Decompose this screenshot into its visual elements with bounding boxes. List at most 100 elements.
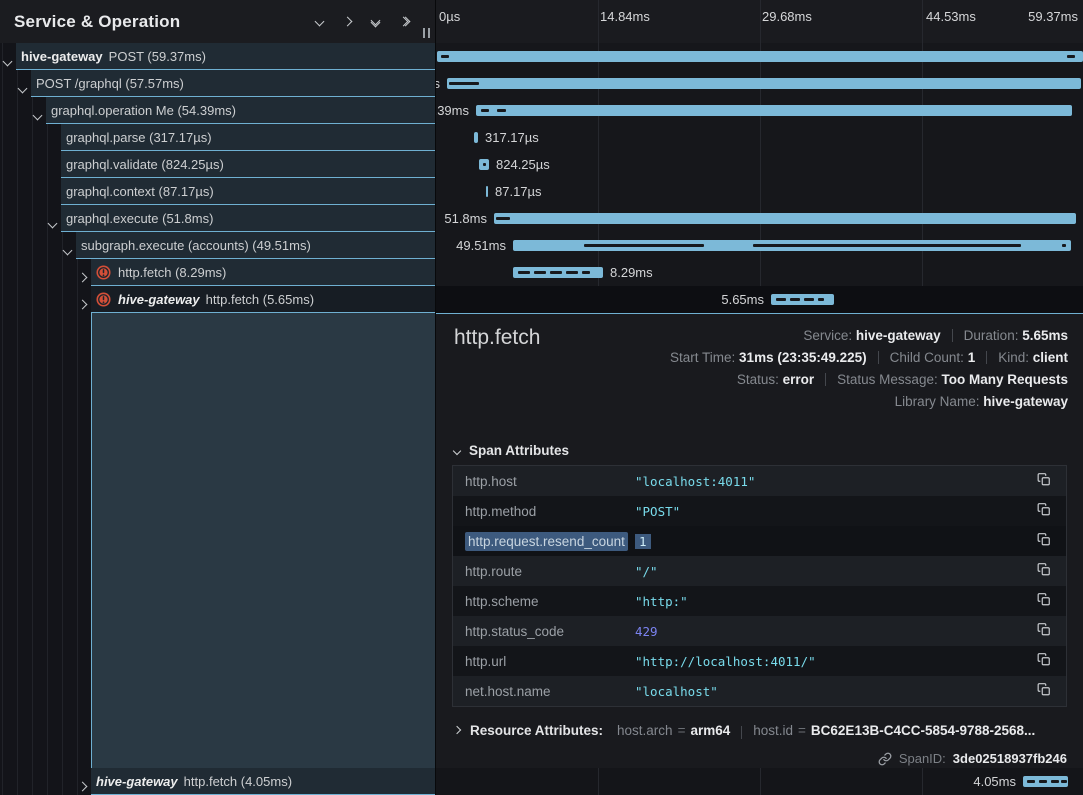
copy-button[interactable] — [1022, 652, 1066, 670]
span-bar[interactable] — [476, 105, 1072, 116]
span-name: http.fetch (5.65ms) — [206, 292, 314, 307]
copy-button[interactable] — [1022, 592, 1066, 610]
span-bar[interactable] — [1023, 776, 1068, 787]
meta-label: Kind: — [998, 350, 1033, 365]
axis-tick-label: 44.53ms — [926, 9, 976, 24]
meta-value: hive-gateway — [856, 328, 941, 343]
attribute-row[interactable]: http.route"/" — [453, 556, 1066, 586]
duration-label: 4.05ms — [973, 768, 1016, 795]
span-node[interactable]: graphql.execute (51.8ms) — [61, 205, 435, 232]
chevron-down-icon[interactable] — [19, 79, 31, 97]
span-node[interactable]: subgraph.execute (accounts) (49.51ms) — [76, 232, 435, 259]
chevron-down-icon[interactable] — [34, 106, 46, 124]
meta-divider — [878, 351, 879, 364]
span-node[interactable]: http.fetch (8.29ms) — [91, 259, 435, 286]
copy-button[interactable] — [1022, 622, 1066, 640]
span-meta-line: Status: errorStatus Message: Too Many Re… — [670, 369, 1068, 391]
span-bar[interactable] — [437, 51, 1083, 62]
span-node[interactable]: POST /graphql (57.57ms) — [31, 70, 435, 97]
span-bar[interactable] — [486, 186, 488, 197]
chevron-right-icon[interactable] — [79, 268, 91, 286]
span-bar[interactable] — [494, 213, 1076, 224]
collapse-all-button[interactable] — [372, 17, 379, 26]
span-node[interactable]: graphql.context (87.17µs) — [61, 178, 435, 205]
resource-value: arm64 — [690, 723, 730, 738]
attribute-row[interactable]: http.host"localhost:4011" — [453, 466, 1066, 496]
span-name: http.fetch (8.29ms) — [118, 265, 226, 280]
span-bar[interactable] — [771, 294, 834, 305]
span-name: POST (59.37ms) — [109, 49, 206, 64]
span-name: POST /graphql (57.57ms) — [36, 76, 184, 91]
duration-label: 57.57ms — [436, 70, 440, 97]
span-node[interactable]: hive-gatewayhttp.fetch (4.05ms) — [91, 768, 435, 795]
meta-value: 1 — [968, 350, 976, 365]
attribute-row[interactable]: http.url"http://localhost:4011/" — [453, 646, 1066, 676]
span-attributes-header[interactable]: Span Attributes — [454, 443, 569, 458]
span-id-row: SpanID: 3de02518937fb246 — [878, 751, 1067, 766]
panel-resize-handle[interactable] — [423, 28, 430, 38]
bar-segment-dash — [1061, 780, 1067, 783]
collapse-node-button[interactable] — [316, 18, 323, 25]
chevron-right-icon[interactable] — [79, 295, 91, 313]
expanded-children-region — [91, 313, 435, 768]
bar-segment-dash — [534, 271, 546, 274]
timeline-row: 8.29ms — [436, 259, 1083, 286]
attribute-key-selection: http.request.resend_count — [465, 532, 628, 551]
span-meta-line: Service: hive-gatewayDuration: 5.65ms — [670, 325, 1068, 347]
copy-button[interactable] — [1022, 472, 1066, 490]
span-node[interactable]: graphql.operation Me (54.39ms) — [46, 97, 435, 124]
chevron-down-icon[interactable] — [49, 214, 61, 232]
link-icon[interactable] — [878, 752, 892, 766]
span-node[interactable]: hive-gatewayPOST (59.37ms) — [16, 43, 435, 70]
tree-row: graphql.parse (317.17µs) — [0, 124, 435, 151]
span-attributes-table: http.host"localhost:4011"http.method"POS… — [452, 465, 1067, 707]
axis-tick-label: 59.37ms — [1028, 9, 1078, 24]
timeline-row: 54.39ms — [436, 97, 1083, 124]
span-bar[interactable] — [447, 78, 1081, 89]
span-tree-panel: hive-gatewayPOST (59.37ms)POST /graphql … — [0, 0, 435, 795]
chevron-right-icon[interactable] — [79, 777, 91, 795]
expand-all-button[interactable] — [400, 18, 409, 25]
meta-value: 31ms (23:35:49.225) — [739, 350, 867, 365]
attribute-row[interactable]: http.status_code429 — [453, 616, 1066, 646]
meta-divider — [952, 329, 953, 342]
copy-button[interactable] — [1022, 682, 1066, 700]
timeline-header: 0µs14.84ms29.68ms44.53ms59.37ms — [436, 0, 1083, 43]
span-title: http.fetch — [454, 326, 540, 350]
tree-row: http.fetch (8.29ms) — [0, 259, 435, 286]
span-bar[interactable] — [513, 267, 603, 278]
bar-segment-dash — [804, 298, 814, 301]
attribute-row[interactable]: http.request.resend_count1 — [453, 526, 1066, 556]
span-bar[interactable] — [479, 159, 489, 170]
span-bar[interactable] — [474, 132, 478, 143]
attribute-value: "localhost:4011" — [635, 474, 1022, 489]
attribute-row[interactable]: http.method"POST" — [453, 496, 1066, 526]
expand-node-button[interactable] — [344, 18, 351, 25]
attribute-value: "http://localhost:4011/" — [635, 654, 1022, 669]
span-bar[interactable] — [513, 240, 1071, 251]
chevron-right-icon[interactable] — [454, 726, 461, 734]
span-node[interactable]: graphql.parse (317.17µs) — [61, 124, 435, 151]
copy-button[interactable] — [1022, 502, 1066, 520]
bar-segment-dash — [753, 244, 1021, 247]
service-name: hive-gateway — [96, 774, 178, 789]
attribute-row[interactable]: http.scheme"http:" — [453, 586, 1066, 616]
span-node[interactable]: hive-gatewayhttp.fetch (5.65ms) — [91, 286, 435, 313]
bar-segment-dash — [1027, 780, 1035, 783]
copy-button[interactable] — [1022, 562, 1066, 580]
meta-value: hive-gateway — [983, 394, 1068, 409]
bar-segment-dash — [818, 298, 824, 301]
attribute-row[interactable]: net.host.name"localhost" — [453, 676, 1066, 706]
timeline-row: 824.25µs — [436, 151, 1083, 178]
tree-row: graphql.execute (51.8ms) — [0, 205, 435, 232]
copy-button[interactable] — [1022, 532, 1066, 550]
copy-icon — [1037, 562, 1051, 580]
span-attributes-title: Span Attributes — [469, 443, 569, 458]
resource-attributes-toggle[interactable]: Resource Attributes:host.arch=arm64host.… — [454, 717, 1067, 743]
span-node[interactable]: graphql.validate (824.25µs) — [61, 151, 435, 178]
resource-key: host.arch — [617, 723, 673, 738]
chevron-down-icon[interactable] — [64, 241, 76, 259]
meta-value: client — [1033, 350, 1068, 365]
chevron-down-icon[interactable] — [453, 446, 461, 454]
chevron-down-icon[interactable] — [4, 52, 16, 70]
